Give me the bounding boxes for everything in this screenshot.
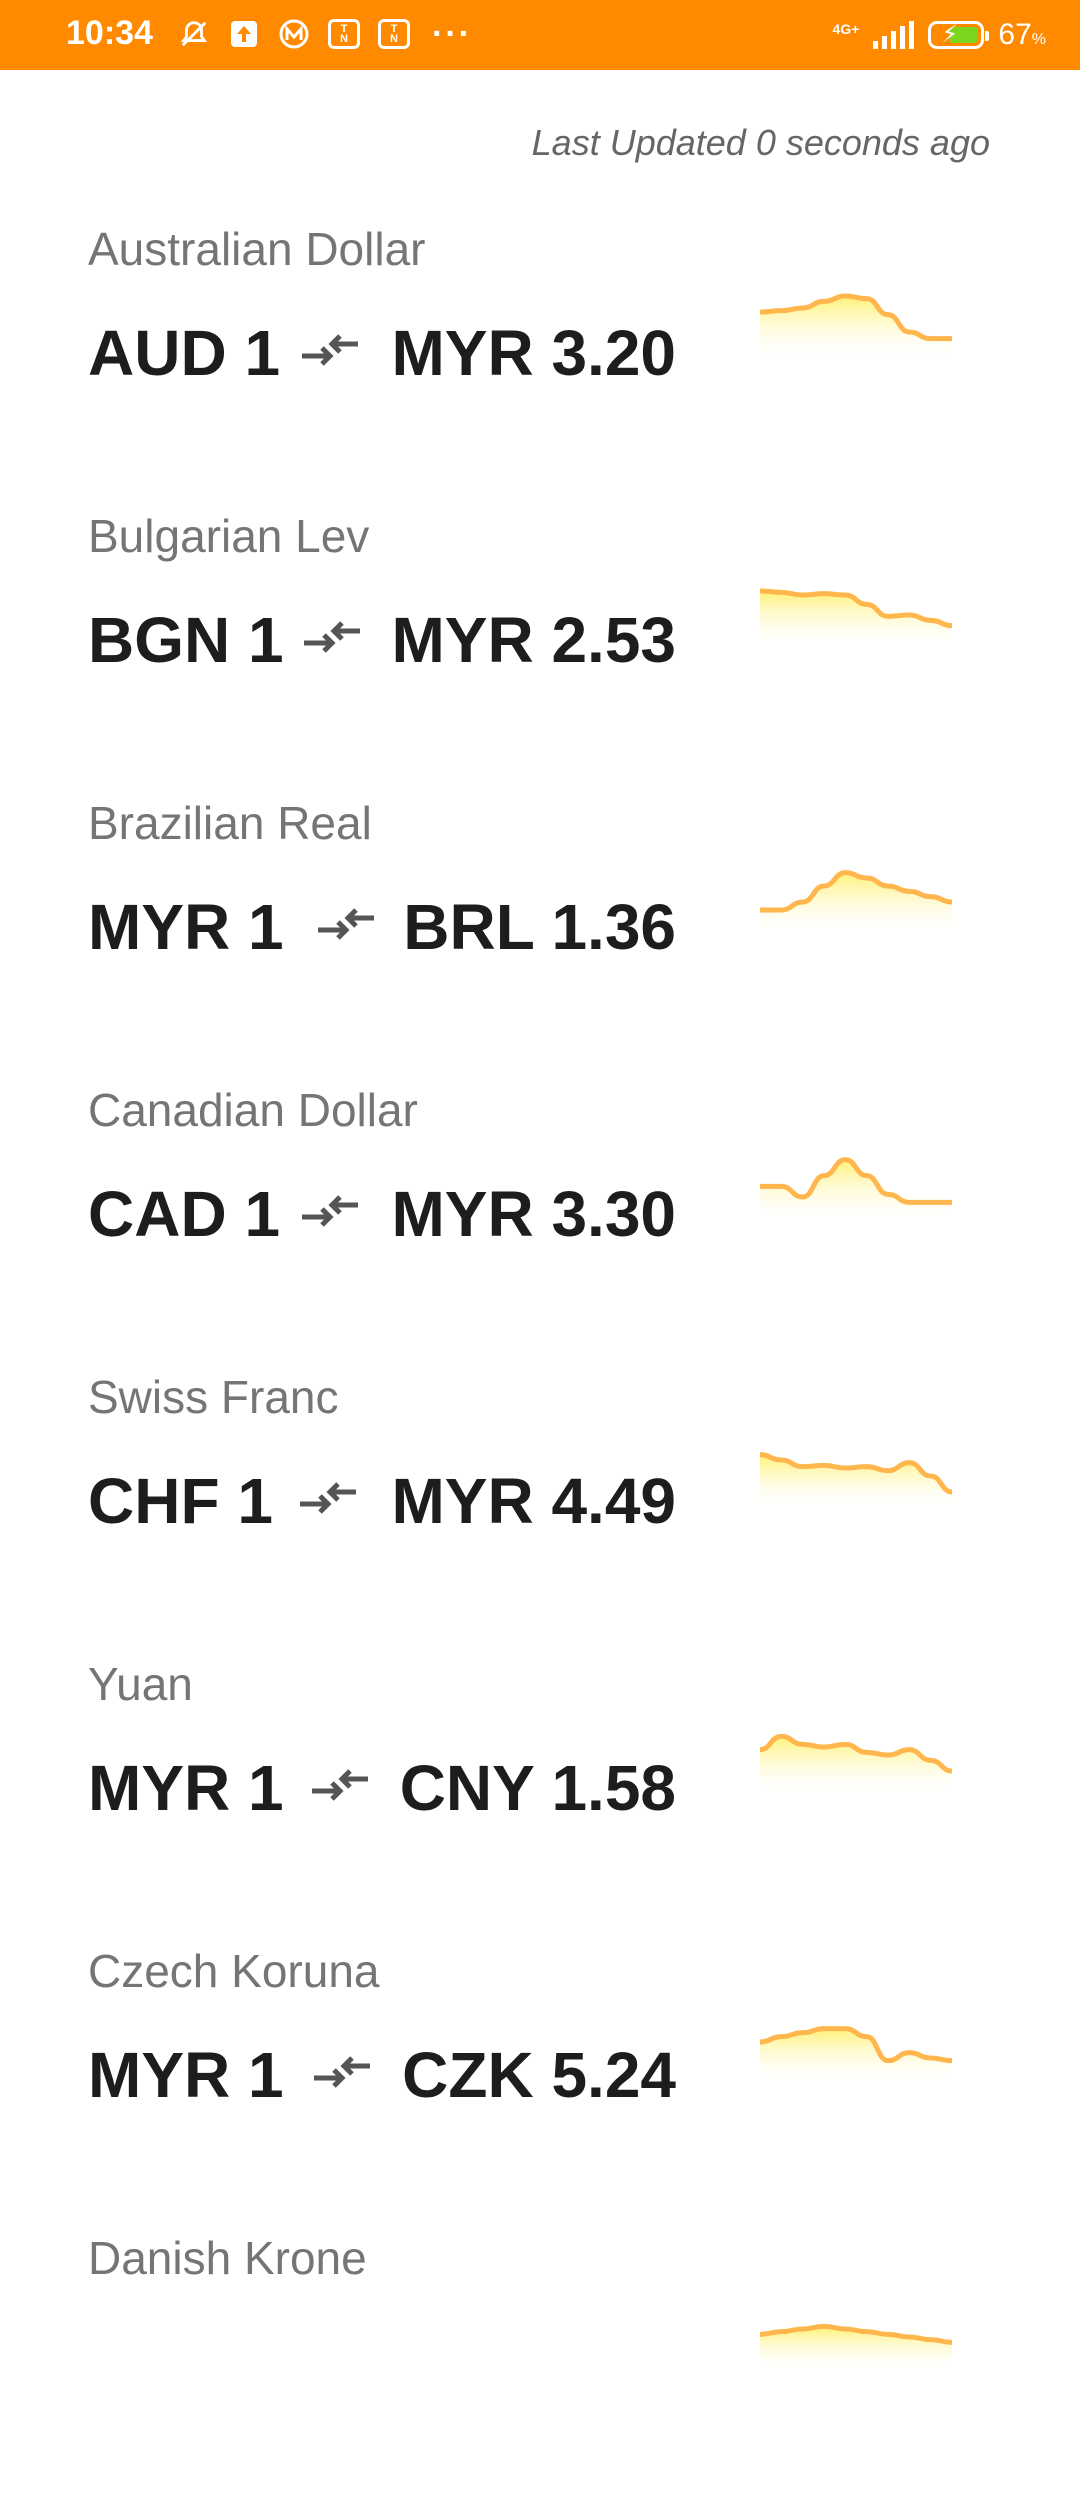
from-amount: BGN 1	[88, 604, 284, 676]
sparkline-area	[760, 872, 952, 936]
rate-pair: CHF 1 MYR 4.49	[88, 1464, 676, 1537]
rate-row[interactable]: Brazilian Real MYR 1 BRL 1.36	[0, 796, 1080, 1083]
from-amount: CAD 1	[88, 1178, 281, 1250]
m-app-icon	[278, 18, 310, 50]
rate-row[interactable]: Australian Dollar AUD 1 MYR 3.20	[0, 222, 1080, 509]
rate-row[interactable]: Czech Koruna MYR 1 CZK 5.24	[0, 1944, 1080, 2231]
from-amount: MYR 1	[88, 891, 284, 963]
rate-pair: MYR 1 CZK 5.24	[88, 2038, 676, 2111]
currency-name: Yuan	[88, 1658, 193, 1710]
rate-pair: MYR 1 BRL 1.36	[88, 890, 676, 963]
mute-alarm-icon	[178, 18, 210, 50]
trend-sparkline	[760, 293, 952, 362]
rate-row[interactable]: Yuan MYR 1 CNY 1.58	[0, 1657, 1080, 1944]
currency-name: Czech Koruna	[88, 1945, 380, 1997]
from-amount: CHF 1	[88, 1465, 273, 1537]
swap-arrows-icon[interactable]	[310, 1761, 370, 1811]
trend-sparkline	[760, 2026, 952, 2084]
swap-arrows-icon[interactable]	[300, 326, 360, 376]
currency-name: Danish Krone	[88, 2232, 367, 2284]
rate-row[interactable]: Canadian Dollar CAD 1 MYR 3.30	[0, 1083, 1080, 1370]
rate-row[interactable]: Swiss Franc CHF 1 MYR 4.49	[0, 1370, 1080, 1657]
to-amount: MYR 3.20	[391, 317, 676, 389]
trend-sparkline	[760, 1452, 952, 1510]
swap-arrows-icon[interactable]	[302, 613, 362, 663]
trend-sparkline	[760, 1733, 952, 1797]
rate-row[interactable]: Danish Krone	[0, 2231, 1080, 2518]
currency-name: Canadian Dollar	[88, 1084, 418, 1136]
rate-pair: BGN 1 MYR 2.53	[88, 603, 676, 676]
last-updated-text: Last Updated 0 seconds ago	[531, 122, 990, 163]
swap-arrows-icon[interactable]	[312, 2048, 372, 2098]
to-amount: MYR 4.49	[391, 1465, 676, 1537]
touch-n-go-icon: TN	[378, 19, 410, 49]
more-dots-icon: ···	[432, 15, 472, 53]
sparkline-area	[760, 296, 952, 362]
to-amount: BRL 1.36	[403, 891, 676, 963]
trend-sparkline	[760, 1157, 952, 1223]
charging-icon: ⚡	[941, 21, 959, 48]
touch-n-go-icon: TN	[328, 19, 360, 49]
trend-sparkline	[760, 870, 952, 936]
trend-sparkline	[760, 2323, 952, 2371]
swap-arrows-icon[interactable]	[316, 900, 376, 950]
to-amount: CZK 5.24	[402, 2039, 676, 2111]
swap-arrows-icon[interactable]	[298, 1474, 358, 1524]
to-amount: MYR 2.53	[391, 604, 676, 676]
currency-name: Bulgarian Lev	[88, 510, 370, 562]
currency-name: Australian Dollar	[88, 223, 426, 275]
network-type: 4G+	[832, 21, 860, 37]
from-amount: AUD 1	[88, 317, 281, 389]
from-amount: MYR 1	[88, 1752, 284, 1824]
rate-pair: AUD 1 MYR 3.20	[88, 316, 676, 389]
battery-percent: 67%	[998, 18, 1046, 51]
to-amount: MYR 3.30	[391, 1178, 676, 1250]
status-bar: 10:34 TN TN ··· 4G+ ⚡ 67%	[0, 0, 1080, 70]
currency-name: Brazilian Real	[88, 797, 372, 849]
upload-icon	[228, 18, 260, 50]
currency-name: Swiss Franc	[88, 1371, 339, 1423]
notification-icons: TN TN ···	[178, 15, 472, 53]
from-amount: MYR 1	[88, 2039, 284, 2111]
swap-arrows-icon[interactable]	[300, 1187, 360, 1237]
rate-pair: MYR 1 CNY 1.58	[88, 1751, 676, 1824]
battery-icon: ⚡	[928, 21, 990, 49]
to-amount: CNY 1.58	[399, 1752, 676, 1824]
rate-pair: CAD 1 MYR 3.30	[88, 1177, 676, 1250]
trend-sparkline	[760, 588, 952, 649]
rate-row[interactable]: Bulgarian Lev BGN 1 MYR 2.53	[0, 509, 1080, 796]
status-right: 4G+ ⚡ 67%	[833, 18, 1046, 52]
signal-icon	[873, 21, 915, 49]
status-time: 10:34	[66, 14, 153, 52]
